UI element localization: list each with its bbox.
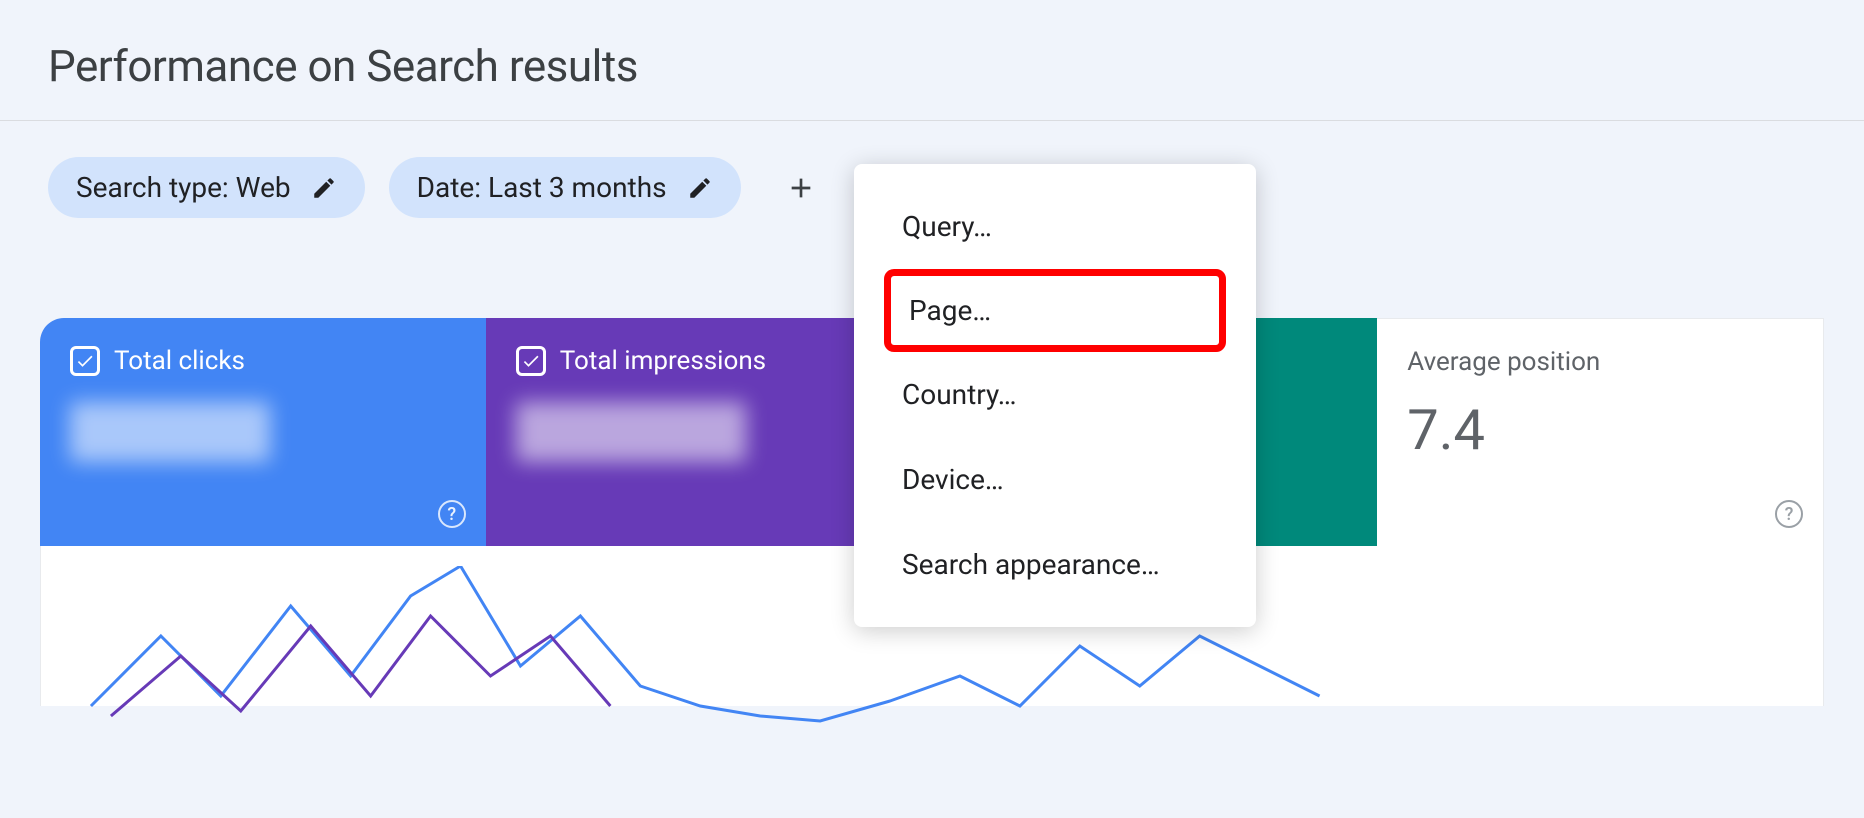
dropdown-item-search-appearance[interactable]: Search appearance… [854, 522, 1256, 607]
pencil-icon [311, 175, 337, 201]
help-icon[interactable]: ? [1775, 500, 1803, 528]
dropdown-item-country[interactable]: Country… [854, 352, 1256, 437]
add-filter-button[interactable] [765, 162, 837, 214]
filter-search-type[interactable]: Search type: Web [48, 157, 365, 218]
metric-header: Total impressions [516, 346, 902, 376]
metric-label: Average position [1407, 347, 1600, 377]
pencil-icon [687, 175, 713, 201]
metric-header: Total clicks [70, 346, 456, 376]
page-header: Performance on Search results [0, 0, 1864, 120]
checkbox-icon[interactable] [70, 346, 100, 376]
metric-label: Total clicks [114, 346, 245, 376]
help-icon[interactable]: ? [438, 500, 466, 528]
metric-label: Total impressions [560, 346, 766, 376]
metric-avg-position[interactable]: Average position 7.4 ? [1377, 318, 1824, 546]
metric-value-blurred [516, 402, 746, 462]
plus-icon [785, 172, 817, 204]
filter-date[interactable]: Date: Last 3 months [389, 157, 741, 218]
metric-value-blurred [70, 402, 270, 462]
filter-label: Date: Last 3 months [417, 171, 667, 204]
checkbox-icon[interactable] [516, 346, 546, 376]
metric-value: 7.4 [1407, 397, 1793, 463]
metric-total-clicks[interactable]: Total clicks ? [40, 318, 486, 546]
dropdown-item-device[interactable]: Device… [854, 437, 1256, 522]
dropdown-item-query[interactable]: Query… [854, 184, 1256, 269]
metric-header: Average position [1407, 347, 1793, 377]
page-title: Performance on Search results [48, 40, 1816, 92]
dropdown-item-page[interactable]: Page… [884, 269, 1226, 352]
filter-dropdown-menu: Query… Page… Country… Device… Search app… [854, 164, 1256, 627]
filter-label: Search type: Web [76, 171, 291, 204]
